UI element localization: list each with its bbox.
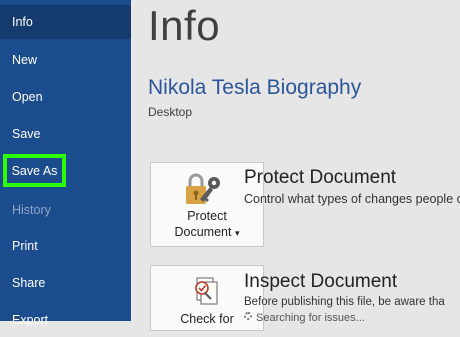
document-location: Desktop [148,105,193,119]
inspect-section-description: Before publishing this file, be aware th… [244,296,445,308]
sidebar-item-label: Save As [11,163,58,178]
protect-section-title: Protect Document [244,167,397,188]
sidebar-item-history: History [0,193,131,227]
protect-button-line1: Protect [187,209,227,223]
sidebar-item-label: Print [12,239,38,253]
inspect-document-icon [195,277,218,305]
sidebar-item-open[interactable]: Open [0,80,131,114]
info-pane: Info Nikola Tesla Biography Desktop Prot… [131,0,460,331]
sidebar-item-print[interactable]: Print [0,229,131,263]
page-title: Info [148,2,221,49]
sidebar-item-label: Share [12,276,46,290]
sidebar-item-share[interactable]: Share [0,266,131,300]
document-title: Nikola Tesla Biography [148,76,362,99]
sidebar-item-label: Export [12,313,49,327]
sidebar-item-label: History [12,203,51,217]
inspect-section-title: Inspect Document [244,271,398,292]
lock-key-icon [186,173,220,204]
protect-section-description: Control what types of changes people c [244,192,460,206]
sidebar-item-label: Info [12,15,33,29]
chevron-down-icon: ▾ [234,228,240,238]
protect-button-line2-row: Document ▾ [151,224,263,241]
sidebar-item-label: Open [12,90,43,104]
backstage-sidebar: Info New Open Save Save As History Print… [0,0,131,327]
inspect-status: Searching for issues... [256,312,365,324]
sidebar-item-label: Save [12,127,41,141]
sidebar-item-info[interactable]: Info [0,5,131,39]
sidebar-item-label: New [12,53,38,67]
sidebar-item-save-as[interactable]: Save As [3,154,66,187]
sidebar-item-new[interactable]: New [0,43,131,77]
sidebar-item-export[interactable]: Export [0,303,131,337]
sidebar-item-save[interactable]: Save [0,117,131,151]
loading-spinner-icon [244,312,252,320]
protect-button-line2: Document [174,225,232,239]
